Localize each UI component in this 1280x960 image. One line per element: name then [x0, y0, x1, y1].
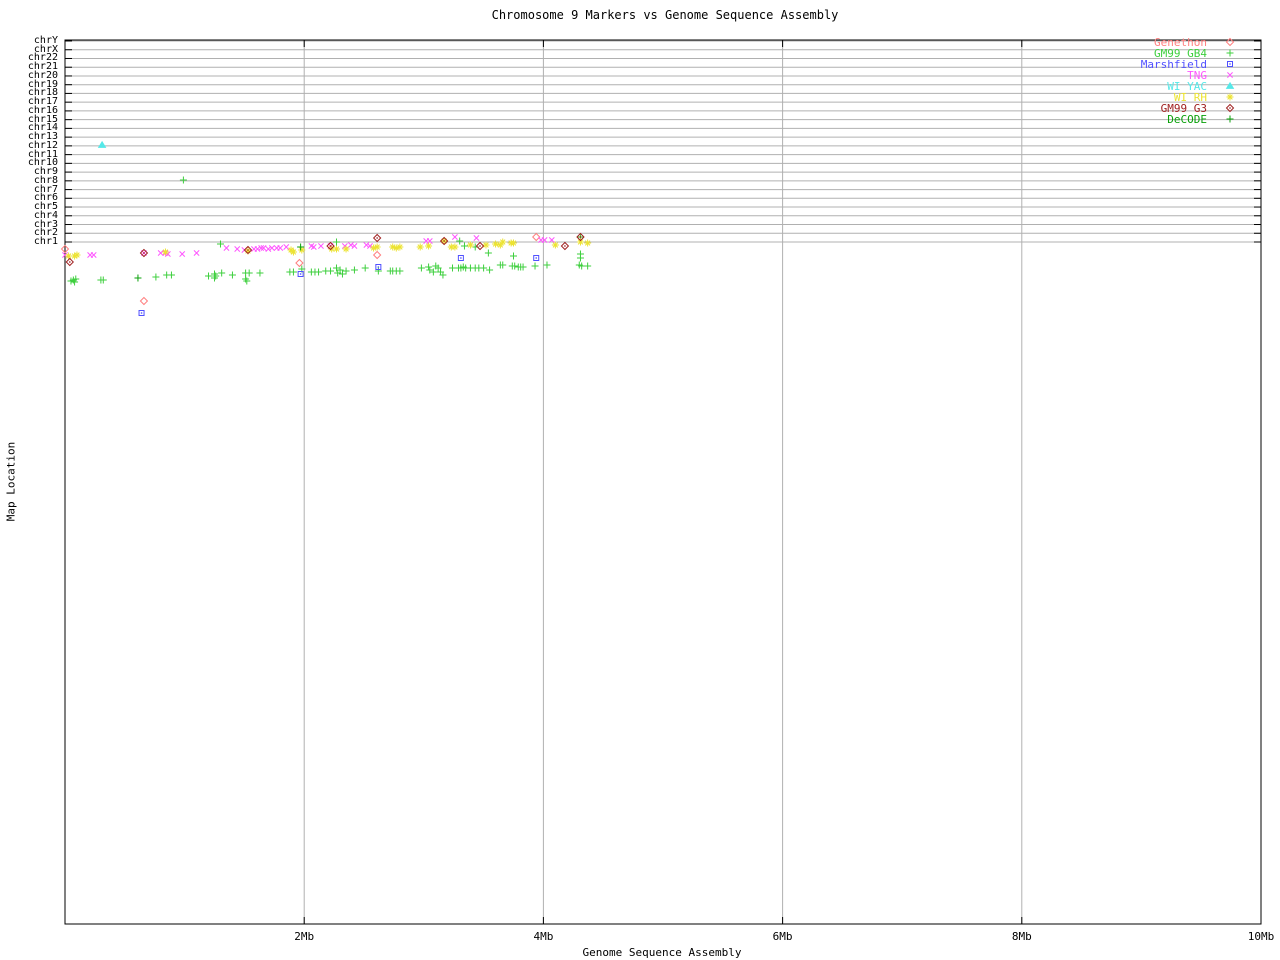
- legend-item-decode: DeCODE: [1100, 114, 1207, 126]
- axis-ticks: [65, 40, 1262, 924]
- series-gm99-gb4: [67, 176, 592, 286]
- legend-label: DeCODE: [1167, 113, 1207, 126]
- legend-marker-wi-rh: [1226, 93, 1234, 101]
- plot-frame: [64, 39, 1262, 925]
- legend-marker-marshfield: [1227, 61, 1233, 67]
- x-tick-label: 4Mb: [533, 930, 554, 943]
- x-tick-label: 10Mb: [1247, 930, 1275, 943]
- v-gridlines: [303, 40, 1023, 924]
- x-tick-label: 2Mb: [294, 930, 315, 943]
- plot-area: [60, 37, 1262, 925]
- series-wi-yac: [97, 140, 107, 148]
- legend-marker-wi-yac: [1225, 81, 1235, 89]
- legend-marker-gm99-gb4: [1226, 49, 1234, 57]
- legend-marker-decode: [1226, 115, 1234, 123]
- x-tick-label: 8Mb: [1011, 930, 1032, 943]
- x-tick-label: 6Mb: [772, 930, 793, 943]
- legend-marker-tng: [1227, 72, 1233, 78]
- y-tick-label: chr1: [33, 236, 58, 247]
- series-gm99-g3: [65, 232, 585, 267]
- chart: Chromosome 9 Markers vs Genome Sequence …: [0, 0, 1280, 960]
- h-gridlines: [65, 40, 1261, 243]
